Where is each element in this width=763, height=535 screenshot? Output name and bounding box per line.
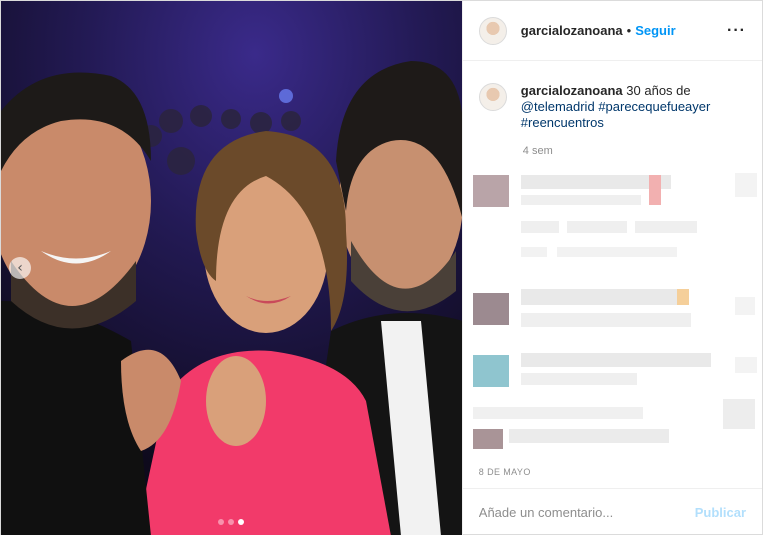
caption: garcialozanoana 30 años de @telemadrid #… bbox=[463, 61, 762, 131]
caption-text: garcialozanoana 30 años de @telemadrid #… bbox=[521, 83, 731, 131]
avatar[interactable] bbox=[478, 16, 507, 45]
caption-time-ago: 4 sem bbox=[522, 145, 553, 157]
post-date: 8 DE MAYO bbox=[478, 467, 531, 477]
carousel-indicator bbox=[1, 519, 462, 525]
post-header: garcialozanoana • Seguir ··· bbox=[462, 1, 762, 61]
follow-button[interactable]: Seguir bbox=[635, 23, 675, 38]
header-username[interactable]: garcialozanoana bbox=[521, 23, 623, 38]
hashtag-link[interactable]: #parecequefueayer bbox=[598, 99, 710, 114]
blurred-comments bbox=[463, 167, 762, 449]
post-side-panel: garcialozanoana • Seguir ··· garcialozan… bbox=[461, 1, 762, 535]
selfie-image bbox=[1, 1, 462, 535]
comment-input[interactable] bbox=[478, 505, 695, 520]
carousel-dot bbox=[228, 519, 235, 525]
mention-link[interactable]: @telemadrid bbox=[521, 99, 595, 114]
caption-username[interactable]: garcialozanoana bbox=[521, 83, 623, 98]
instagram-post: ‹ garcialozanoana • Seguir ··· garcialoz… bbox=[0, 0, 763, 535]
more-options-icon[interactable]: ··· bbox=[727, 22, 746, 40]
caption-body: 30 años de bbox=[626, 83, 691, 98]
hashtag-link[interactable]: #reencuentros bbox=[521, 115, 604, 130]
publish-button[interactable]: Publicar bbox=[695, 505, 746, 520]
previous-slide-button[interactable]: ‹ bbox=[9, 257, 31, 279]
carousel-dot-active bbox=[238, 519, 245, 525]
post-photo[interactable]: ‹ bbox=[1, 1, 462, 535]
caption-avatar[interactable] bbox=[478, 83, 507, 111]
carousel-dot bbox=[218, 519, 225, 525]
header-separator: • bbox=[626, 23, 632, 38]
comment-bar: Publicar bbox=[462, 488, 762, 535]
chevron-left-icon: ‹ bbox=[17, 260, 23, 276]
